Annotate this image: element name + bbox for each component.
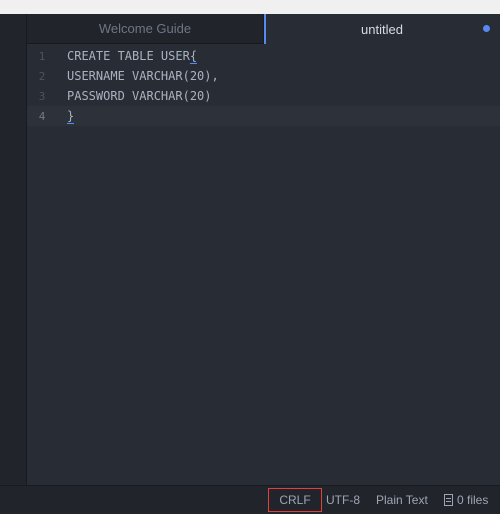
tab-label: Welcome Guide bbox=[98, 21, 192, 36]
bracket-match: } bbox=[67, 109, 75, 124]
bracket-match: { bbox=[189, 49, 198, 64]
tab-untitled[interactable]: untitled bbox=[264, 14, 500, 44]
active-tab-indicator bbox=[264, 14, 266, 44]
line-ending-label: CRLF bbox=[279, 493, 311, 507]
title-bar bbox=[0, 0, 500, 14]
editor-line: 1 CREATE TABLE USER{ bbox=[27, 46, 500, 66]
line-number: 2 bbox=[38, 69, 46, 83]
status-bar: CRLF UTF-8 Plain Text 0 files bbox=[0, 485, 500, 514]
file-icon bbox=[444, 494, 453, 506]
encoding-selector[interactable]: UTF-8 bbox=[326, 486, 360, 514]
git-files-status[interactable]: 0 files bbox=[444, 486, 488, 514]
editor-window: Welcome Guide untitled 1 CREATE TABLE US… bbox=[0, 14, 500, 514]
grammar-selector[interactable]: Plain Text bbox=[376, 486, 428, 514]
line-text: } bbox=[67, 109, 75, 124]
tab-label: untitled bbox=[361, 21, 403, 37]
line-text: USERNAME VARCHAR(20), bbox=[67, 69, 219, 83]
line-text: PASSWORD VARCHAR(20) bbox=[67, 89, 212, 103]
editor-line: 2 USERNAME VARCHAR(20), bbox=[27, 66, 500, 86]
editor-line-cursor: 4 } bbox=[27, 106, 500, 126]
line-number: 3 bbox=[38, 89, 46, 103]
line-ending-selector[interactable]: CRLF bbox=[268, 488, 322, 512]
modified-dot-icon[interactable] bbox=[483, 25, 490, 32]
grammar-label: Plain Text bbox=[376, 493, 428, 507]
editor-line: 3 PASSWORD VARCHAR(20) bbox=[27, 86, 500, 106]
text-editor[interactable]: 1 CREATE TABLE USER{ 2 USERNAME VARCHAR(… bbox=[27, 44, 500, 485]
tab-welcome-guide[interactable]: Welcome Guide bbox=[27, 14, 264, 43]
files-count-label: 0 files bbox=[457, 493, 489, 507]
tab-bar: Welcome Guide untitled bbox=[27, 14, 500, 44]
left-dock bbox=[0, 14, 27, 485]
line-number: 1 bbox=[38, 49, 46, 63]
line-text: CREATE TABLE USER{ bbox=[67, 49, 198, 64]
encoding-label: UTF-8 bbox=[326, 493, 360, 507]
line-number: 4 bbox=[38, 109, 46, 123]
